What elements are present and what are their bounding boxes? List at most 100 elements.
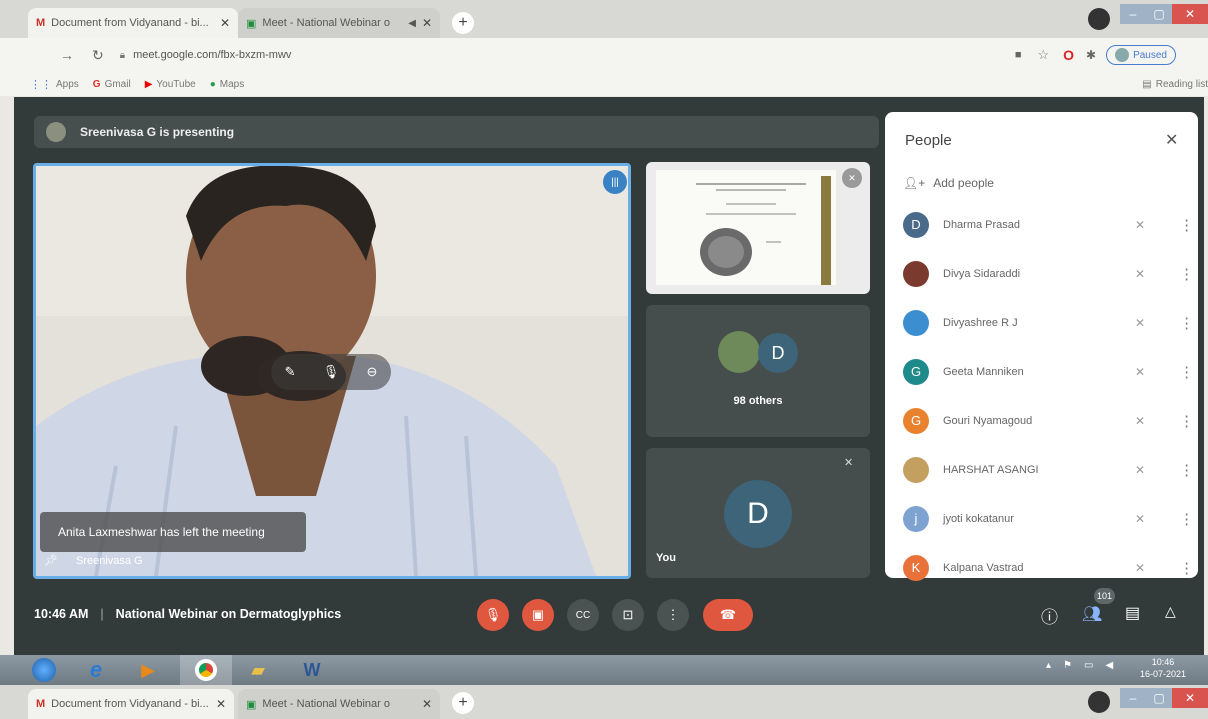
file-explorer-icon[interactable]: ▰	[236, 655, 280, 685]
mic-off-icon: ✕	[1135, 560, 1146, 575]
close-tab-icon[interactable]: ✕	[422, 697, 432, 711]
internet-explorer-icon[interactable]: e	[74, 655, 118, 685]
others-tile[interactable]: D 98 others	[646, 305, 870, 437]
mic-off-icon: ✕	[842, 168, 862, 188]
minimize-button[interactable]: –	[1120, 4, 1146, 24]
tab-title: Meet - National Webinar o	[262, 17, 390, 29]
bookmark-youtube[interactable]: ▶ YouTube	[145, 79, 196, 90]
chat-icon[interactable]: ▤	[1125, 603, 1140, 623]
reading-list-button[interactable]: ▤ Reading list	[1142, 79, 1208, 90]
record-icon[interactable]	[1088, 8, 1110, 30]
tab-document[interactable]: M Document from Vidyanand - bi... ✕	[28, 8, 238, 38]
avatar-letter: D	[747, 497, 769, 530]
minimize-button[interactable]: –	[1120, 688, 1146, 708]
presentation-tile[interactable]: ✕	[646, 162, 870, 294]
more-vert-icon[interactable]: ⋮	[1179, 510, 1194, 528]
tab-meet[interactable]: ▣ Meet - National Webinar o ✕	[238, 689, 440, 719]
participant-row[interactable]: HARSHAT ASANGI ✕ ⋮	[885, 445, 1198, 494]
bookmark-maps[interactable]: ● Maps	[210, 79, 245, 90]
chrome-logo-icon	[195, 659, 217, 681]
new-tab-button[interactable]: +	[452, 692, 474, 714]
activities-icon[interactable]: △	[1165, 603, 1176, 620]
more-vert-icon[interactable]: ⋮	[1179, 363, 1194, 381]
more-options-button[interactable]: ⋮	[657, 599, 689, 631]
add-people-label: Add people	[933, 176, 994, 190]
tab-meet[interactable]: ▣ Meet - National Webinar o ◀ ✕	[238, 8, 440, 38]
participant-row[interactable]: Divya Sidaraddi ✕ ⋮	[885, 249, 1198, 298]
self-tile[interactable]: ✕ D You	[646, 448, 870, 578]
gmail-icon: M	[36, 698, 46, 710]
flag-icon[interactable]: ⚑	[1063, 660, 1072, 671]
info-icon[interactable]: ⓘ	[1041, 603, 1058, 628]
network-icon[interactable]: ▭	[1084, 660, 1093, 671]
main-speaker-video[interactable]: ||| ✎ 🎙︎ ⊖ Anita Laxmeshwar has left the…	[33, 163, 631, 579]
url-field[interactable]: meet.google.com/fbx-bxzm-mwv	[133, 49, 291, 61]
people-button[interactable]: 👥︎	[1082, 604, 1102, 624]
word-icon[interactable]: W	[290, 655, 334, 685]
camera-icon[interactable]: ■	[1015, 49, 1022, 61]
opera-icon[interactable]: O	[1063, 47, 1074, 63]
more-vert-icon[interactable]: ⋮	[1179, 265, 1194, 283]
more-vert-icon[interactable]: ⋮	[1179, 314, 1194, 332]
participant-row[interactable]: D Dharma Prasad ✕ ⋮	[885, 200, 1198, 249]
clock-time: 10:46	[1151, 657, 1175, 667]
tab-document[interactable]: M Document from Vidyanand - bi... ✕	[28, 689, 234, 719]
new-tab-button[interactable]: +	[452, 12, 474, 34]
avatar: G	[903, 407, 929, 434]
show-hidden-icons-icon[interactable]: ▴	[1046, 660, 1051, 671]
bookmark-gmail[interactable]: G Gmail	[93, 79, 131, 90]
google-icon: G	[92, 78, 101, 90]
more-vert-icon[interactable]: ⋮	[1179, 412, 1194, 430]
forward-icon[interactable]: →	[60, 47, 74, 63]
participant-row[interactable]: G Gouri Nyamagoud ✕ ⋮	[885, 396, 1198, 445]
maximize-button[interactable]: ▢	[1146, 688, 1172, 708]
media-player-icon[interactable]: ▶	[126, 655, 170, 685]
participant-row[interactable]: K Kalpana Vastrad ✕ ⋮	[885, 543, 1198, 592]
present-button[interactable]: ⊡	[612, 599, 644, 631]
remove-icon[interactable]: ⊖	[366, 364, 377, 380]
mic-icon[interactable]: 🎙︎	[323, 364, 340, 380]
close-window-button[interactable]: ✕	[1172, 688, 1208, 708]
volume-icon[interactable]: ◀	[1105, 660, 1113, 671]
bookmark-apps[interactable]: ⋮⋮ Apps	[30, 78, 79, 91]
presenting-banner: Sreenivasa G is presenting	[34, 116, 879, 148]
captions-button[interactable]: CC	[567, 599, 599, 631]
more-vert-icon[interactable]: ⋮	[1179, 559, 1194, 577]
camera-toggle-button[interactable]: ▣	[522, 599, 554, 631]
end-call-button[interactable]: ☎	[703, 599, 753, 631]
participant-row[interactable]: Divyashree R J ✕ ⋮	[885, 298, 1198, 347]
more-vert-icon[interactable]: ⋮	[1179, 216, 1194, 234]
bookmark-label: Apps	[56, 78, 79, 90]
mic-off-icon: ✕	[1135, 462, 1146, 477]
toast-text: Anita Laxmeshwar has left the meeting	[58, 525, 265, 539]
mic-off-icon: ✕	[1135, 413, 1146, 428]
meet-icon: ▣	[246, 698, 257, 711]
star-icon[interactable]: ☆	[1037, 47, 1049, 63]
avatar: K	[903, 554, 929, 581]
close-panel-icon[interactable]: ✕	[1165, 130, 1178, 150]
taskbar-clock[interactable]: 10:46 16-07-2021	[1140, 656, 1186, 680]
participant-row[interactable]: j jyoti kokatanur ✕ ⋮	[885, 494, 1198, 543]
close-window-button[interactable]: ✕	[1172, 4, 1208, 24]
pin-icon[interactable]: ✎	[285, 364, 296, 380]
maximize-button[interactable]: ▢	[1146, 4, 1172, 24]
slide-thumbnail	[656, 170, 836, 286]
others-count: 98 others	[733, 395, 783, 407]
start-button[interactable]	[22, 655, 66, 685]
extensions-icon[interactable]: ✱	[1086, 48, 1096, 62]
close-tab-icon[interactable]: ✕	[422, 16, 432, 30]
participant-row[interactable]: G Geeta Manniken ✕ ⋮	[885, 347, 1198, 396]
add-people-button[interactable]: 👤︎+ Add people	[903, 176, 994, 190]
close-tab-icon[interactable]: ✕	[220, 16, 230, 30]
apps-grid-icon: ⋮⋮	[30, 78, 52, 91]
lock-icon: 🔒︎	[119, 49, 126, 61]
participant-name: Dharma Prasad	[943, 218, 1021, 231]
present-icon: ⊡	[622, 607, 634, 622]
mic-toggle-button[interactable]: 🎙︎	[477, 599, 509, 631]
chrome-icon[interactable]	[180, 655, 232, 685]
profile-button[interactable]: Paused	[1106, 45, 1176, 65]
more-vert-icon[interactable]: ⋮	[1179, 461, 1194, 479]
reload-icon[interactable]: ↻	[92, 47, 104, 64]
close-tab-icon[interactable]: ✕	[216, 697, 226, 711]
record-icon[interactable]	[1088, 691, 1110, 713]
